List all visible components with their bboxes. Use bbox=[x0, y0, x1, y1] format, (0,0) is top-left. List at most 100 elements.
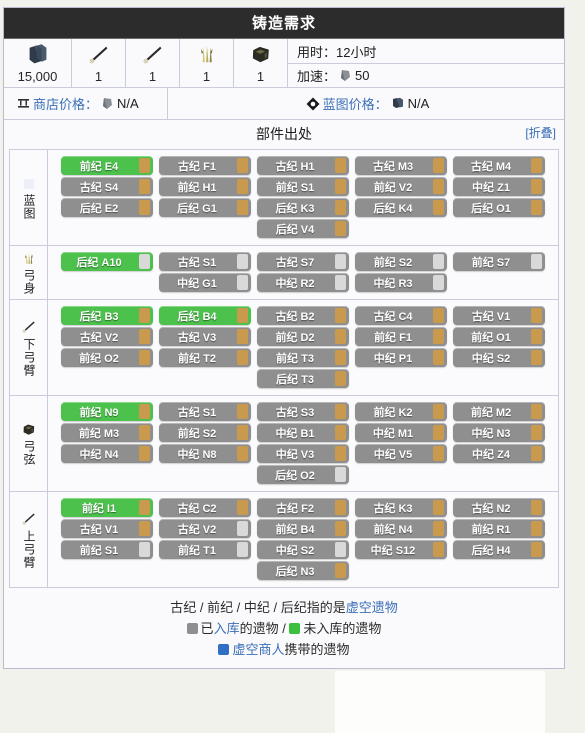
relic-pill[interactable]: 中纪 Z1 bbox=[453, 177, 545, 196]
relic-pill[interactable]: 古纪 C2 bbox=[159, 498, 251, 517]
relic-pill[interactable]: 前纪 S1 bbox=[61, 540, 153, 559]
relic-pill[interactable]: 前纪 T2 bbox=[159, 348, 251, 367]
relic-pill[interactable]: 前纪 S1 bbox=[257, 177, 349, 196]
blueprint-part-icon bbox=[21, 175, 37, 192]
relic-pill-row: 前纪 N9 古纪 S1 古纪 S3 前纪 K2 前纪 M2 bbox=[48, 401, 558, 422]
relic-pill[interactable]: 后纪 O1 bbox=[453, 198, 545, 217]
relic-pill[interactable]: 古纪 V2 bbox=[159, 519, 251, 538]
legend-blue-swatch bbox=[218, 644, 230, 655]
relic-pill[interactable]: 中纪 S12 bbox=[355, 540, 447, 559]
relic-pill[interactable]: 古纪 B2 bbox=[257, 306, 349, 325]
relic-pill[interactable]: 中纪 N4 bbox=[61, 444, 153, 463]
relic-refinement-swatch bbox=[531, 425, 542, 440]
relic-pill[interactable]: 前纪 K2 bbox=[355, 402, 447, 421]
blueprint-price-label[interactable]: 蓝图价格： bbox=[323, 94, 388, 113]
relic-pill[interactable]: 后纪 A10 bbox=[61, 252, 153, 271]
relic-pill[interactable]: 前纪 T3 bbox=[257, 348, 349, 367]
platinum-icon bbox=[101, 97, 114, 110]
relic-pill[interactable]: 中纪 R2 bbox=[257, 273, 349, 292]
relic-pill[interactable]: 古纪 S7 bbox=[257, 252, 349, 271]
legend-green-swatch bbox=[289, 623, 301, 634]
relic-pill[interactable]: 中纪 N8 bbox=[159, 444, 251, 463]
relic-pill[interactable]: 中纪 Z4 bbox=[453, 444, 545, 463]
relic-pill[interactable]: 前纪 F1 bbox=[355, 327, 447, 346]
relic-pill[interactable]: 古纪 S3 bbox=[257, 402, 349, 421]
shop-price-label[interactable]: 商店价格： bbox=[33, 94, 98, 113]
relic-pill[interactable]: 古纪 S1 bbox=[159, 402, 251, 421]
relic-pill[interactable]: 后纪 K3 bbox=[257, 198, 349, 217]
relic-pill[interactable]: 前纪 H1 bbox=[159, 177, 251, 196]
void-relic-link[interactable]: 虚空遗物 bbox=[346, 600, 398, 615]
relic-pill[interactable]: 中纪 N3 bbox=[453, 423, 545, 442]
relic-pill[interactable]: 后纪 N3 bbox=[257, 561, 349, 580]
relic-pill-label: 前纪 O1 bbox=[471, 331, 511, 344]
cost-cell: 1 bbox=[72, 39, 126, 87]
relic-pill[interactable]: 后纪 H4 bbox=[453, 540, 545, 559]
relic-pill-label: 中纪 P1 bbox=[373, 352, 413, 365]
relic-pill[interactable]: 中纪 M1 bbox=[355, 423, 447, 442]
void-trader-link[interactable]: 虚空商人 bbox=[232, 642, 284, 657]
relic-pill[interactable]: 古纪 S4 bbox=[61, 177, 153, 196]
relic-pill-label: 古纪 C2 bbox=[177, 502, 217, 515]
relic-refinement-swatch bbox=[139, 200, 150, 215]
relic-pill[interactable]: 古纪 M4 bbox=[453, 156, 545, 175]
relic-refinement-swatch bbox=[237, 350, 248, 365]
relic-pill[interactable]: 中纪 P1 bbox=[355, 348, 447, 367]
relic-pill-label: 古纪 K3 bbox=[373, 502, 413, 515]
relic-pill[interactable]: 中纪 V5 bbox=[355, 444, 447, 463]
relic-pill[interactable]: 后纪 T3 bbox=[257, 369, 349, 388]
relic-pill[interactable]: 后纪 G1 bbox=[159, 198, 251, 217]
relic-pill[interactable]: 古纪 H1 bbox=[257, 156, 349, 175]
relic-pill[interactable]: 古纪 V1 bbox=[61, 519, 153, 538]
relic-pill[interactable]: 前纪 S7 bbox=[453, 252, 545, 271]
relic-pill[interactable]: 前纪 M2 bbox=[453, 402, 545, 421]
relic-pill[interactable]: 中纪 V3 bbox=[257, 444, 349, 463]
relic-pill[interactable]: 后纪 K4 bbox=[355, 198, 447, 217]
relic-pill[interactable]: 前纪 I1 bbox=[61, 498, 153, 517]
relic-pill[interactable]: 古纪 V1 bbox=[453, 306, 545, 325]
relic-pill[interactable]: 古纪 V3 bbox=[159, 327, 251, 346]
relic-pill[interactable]: 前纪 M3 bbox=[61, 423, 153, 442]
relic-pill[interactable]: 前纪 O2 bbox=[61, 348, 153, 367]
relic-pill[interactable]: 前纪 O1 bbox=[453, 327, 545, 346]
relic-pill[interactable]: 前纪 V2 bbox=[355, 177, 447, 196]
relic-pill[interactable]: 古纪 S1 bbox=[159, 252, 251, 271]
relic-pill[interactable]: 前纪 R1 bbox=[453, 519, 545, 538]
relic-pill[interactable]: 前纪 E4 bbox=[61, 156, 153, 175]
relic-pill[interactable]: 后纪 V4 bbox=[257, 219, 349, 238]
relic-pill[interactable]: 前纪 S2 bbox=[355, 252, 447, 271]
relic-pill-label: 古纪 F2 bbox=[276, 502, 314, 515]
relic-pill[interactable]: 后纪 B3 bbox=[61, 306, 153, 325]
relic-pill[interactable]: 中纪 S2 bbox=[257, 540, 349, 559]
relic-pill[interactable]: 中纪 G1 bbox=[159, 273, 251, 292]
relic-pill[interactable]: 古纪 M3 bbox=[355, 156, 447, 175]
relic-pill-label: 中纪 Z1 bbox=[472, 181, 510, 194]
relic-pill-label: 后纪 E2 bbox=[79, 202, 119, 215]
relic-pill[interactable]: 古纪 N2 bbox=[453, 498, 545, 517]
relic-pill-label: 古纪 V1 bbox=[79, 523, 119, 536]
relic-pill[interactable]: 古纪 V2 bbox=[61, 327, 153, 346]
relic-pill[interactable]: 古纪 C4 bbox=[355, 306, 447, 325]
relic-pill[interactable]: 前纪 N4 bbox=[355, 519, 447, 538]
part-label-text: 蓝图 bbox=[22, 194, 36, 220]
relic-refinement-swatch bbox=[139, 521, 150, 536]
relic-pill[interactable]: 中纪 R3 bbox=[355, 273, 447, 292]
relic-pill[interactable]: 后纪 O2 bbox=[257, 465, 349, 484]
relic-pill-label: 前纪 K2 bbox=[373, 406, 413, 419]
vault-link[interactable]: 入库 bbox=[214, 621, 240, 636]
relic-pill[interactable]: 后纪 E2 bbox=[61, 198, 153, 217]
relic-pill[interactable]: 前纪 B4 bbox=[257, 519, 349, 538]
collapse-link[interactable]: [折叠] bbox=[525, 124, 556, 141]
relic-pill[interactable]: 前纪 S2 bbox=[159, 423, 251, 442]
relic-pill-label: 后纪 K3 bbox=[275, 202, 315, 215]
relic-pill[interactable]: 前纪 D2 bbox=[257, 327, 349, 346]
relic-pill-label: 后纪 O1 bbox=[471, 202, 511, 215]
relic-pill[interactable]: 古纪 K3 bbox=[355, 498, 447, 517]
relic-pill[interactable]: 后纪 B4 bbox=[159, 306, 251, 325]
relic-pill[interactable]: 古纪 F1 bbox=[159, 156, 251, 175]
relic-pill[interactable]: 中纪 B1 bbox=[257, 423, 349, 442]
relic-pill[interactable]: 古纪 F2 bbox=[257, 498, 349, 517]
relic-pill[interactable]: 前纪 N9 bbox=[61, 402, 153, 421]
relic-pill[interactable]: 前纪 T1 bbox=[159, 540, 251, 559]
relic-pill[interactable]: 中纪 S2 bbox=[453, 348, 545, 367]
